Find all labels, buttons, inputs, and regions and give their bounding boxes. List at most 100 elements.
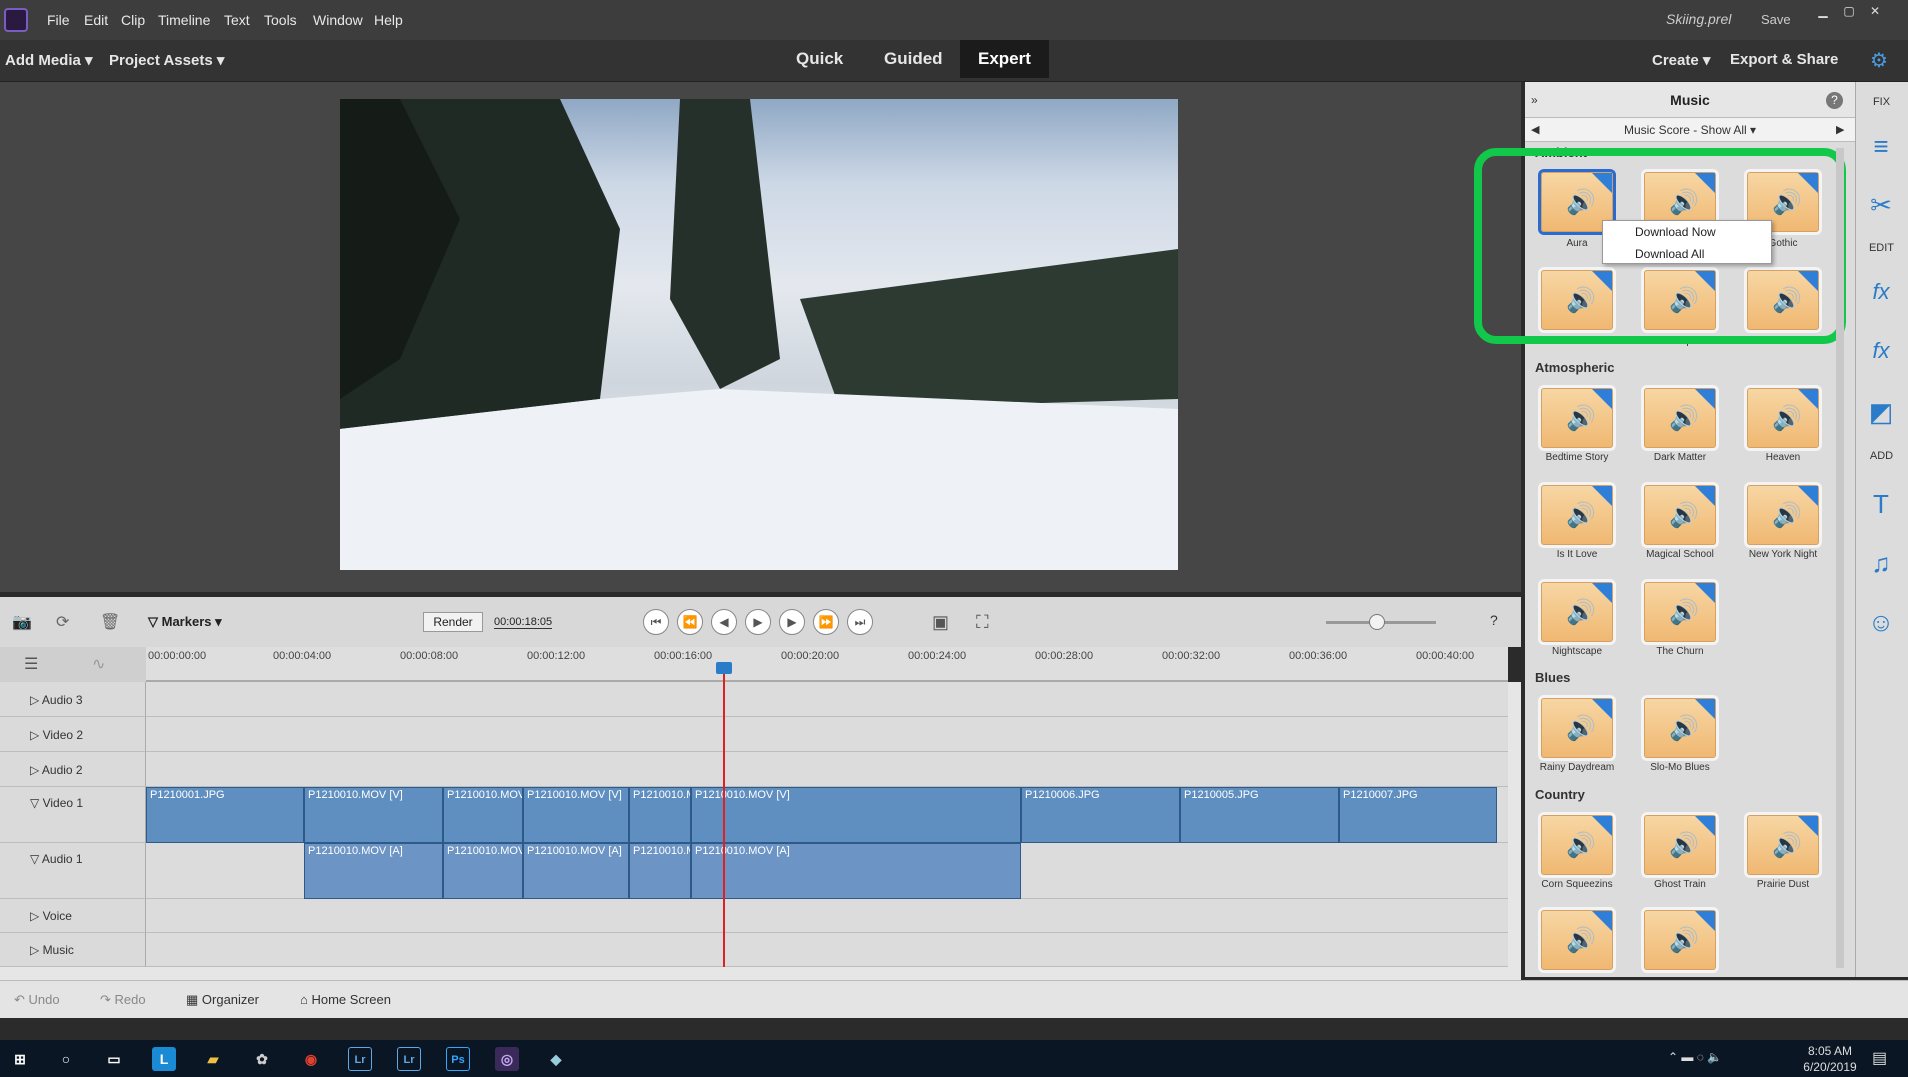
track-lane[interactable]: [146, 717, 1508, 752]
effects-icon[interactable]: fx: [1866, 336, 1896, 366]
prev-category-icon[interactable]: ◀: [1531, 123, 1539, 136]
play-icon[interactable]: ▶: [745, 609, 771, 635]
music-tile[interactable]: 🔊: [1747, 815, 1819, 875]
rotate-icon[interactable]: ⟳: [56, 612, 69, 632]
music-tile[interactable]: 🔊: [1541, 698, 1613, 758]
app-icon[interactable]: [4, 8, 28, 32]
app-icon[interactable]: ✿: [250, 1047, 274, 1071]
music-tile[interactable]: 🔊: [1644, 698, 1716, 758]
create-button[interactable]: Create ▾: [1652, 51, 1710, 69]
music-icon[interactable]: ♫: [1866, 548, 1896, 578]
menu-clip[interactable]: Clip: [121, 12, 145, 28]
track-settings-icon[interactable]: ☰: [24, 654, 38, 674]
menu-help[interactable]: Help: [374, 12, 403, 28]
music-tile[interactable]: 🔊: [1541, 910, 1613, 970]
music-tile[interactable]: 🔊: [1644, 485, 1716, 545]
video-clip[interactable]: P1210010.M: [629, 787, 691, 843]
playhead-handle[interactable]: [716, 662, 732, 674]
app-icon[interactable]: ◆: [544, 1047, 568, 1071]
render-button[interactable]: Render: [423, 612, 483, 632]
music-tile[interactable]: 🔊: [1747, 485, 1819, 545]
music-tile[interactable]: 🔊: [1644, 815, 1716, 875]
minimize-icon[interactable]: ▁: [1812, 4, 1834, 18]
tab-quick[interactable]: Quick: [778, 40, 861, 78]
fast-forward-icon[interactable]: ⏩: [813, 609, 839, 635]
organizer-button[interactable]: ▦ Organizer: [186, 992, 259, 1008]
audio-clip[interactable]: P1210010.MOV: [443, 843, 523, 899]
audio-clip[interactable]: P1210010.MOV [A]: [523, 843, 629, 899]
tray-icons[interactable]: ⌃ ▬ ◌ 🔈: [1668, 1050, 1722, 1064]
windows-start-icon[interactable]: ⊞: [8, 1047, 32, 1071]
panel-scrollbar[interactable]: [1836, 148, 1844, 968]
graphics-icon[interactable]: ☺: [1866, 607, 1896, 637]
menu-window[interactable]: Window: [313, 12, 363, 28]
redo-button[interactable]: ↷ Redo: [100, 992, 146, 1008]
notifications-icon[interactable]: ▤: [1872, 1048, 1887, 1068]
search-icon[interactable]: ○: [54, 1047, 78, 1071]
applied-effects-icon[interactable]: fx: [1866, 277, 1896, 307]
app-l-icon[interactable]: L: [152, 1047, 176, 1071]
menu-edit[interactable]: Edit: [84, 12, 108, 28]
step-forward-icon[interactable]: ▶: [779, 609, 805, 635]
track-lane[interactable]: [146, 752, 1508, 787]
go-to-end-icon[interactable]: ⏭: [847, 609, 873, 635]
rewind-icon[interactable]: ⏪: [677, 609, 703, 635]
chrome-icon[interactable]: ◉: [299, 1047, 323, 1071]
video-clip[interactable]: P1210010.MOV [V]: [691, 787, 1021, 843]
settings-gear-icon[interactable]: ⚙: [1870, 48, 1888, 73]
music-tile[interactable]: 🔊: [1747, 388, 1819, 448]
taskbar-clock[interactable]: 8:05 AM 6/20/2019: [1800, 1043, 1860, 1075]
adjust-sliders-icon[interactable]: ≡: [1866, 131, 1896, 161]
music-tile[interactable]: 🔊: [1541, 582, 1613, 642]
video-clip[interactable]: P1210010.MOV [V]: [523, 787, 629, 843]
fullscreen-icon[interactable]: ⛶: [976, 612, 989, 633]
transitions-icon[interactable]: ◩: [1866, 397, 1896, 427]
help-icon[interactable]: ?: [1826, 92, 1843, 109]
video-clip[interactable]: P1210010.MOV [V]: [304, 787, 443, 843]
step-back-icon[interactable]: ◀: [711, 609, 737, 635]
audio-clip[interactable]: P1210010.MOV [A]: [304, 843, 443, 899]
safe-margins-icon[interactable]: ▣: [932, 612, 949, 633]
next-category-icon[interactable]: ▶: [1836, 123, 1844, 136]
music-tile[interactable]: 🔊: [1644, 582, 1716, 642]
zoom-slider-handle[interactable]: [1369, 614, 1385, 630]
tools-icon[interactable]: ✂: [1866, 190, 1896, 220]
camera-icon[interactable]: 📷: [12, 612, 32, 632]
timeline-vscrollbar[interactable]: [1508, 682, 1521, 967]
music-category-dropdown[interactable]: Music Score - Show All ▾: [1550, 118, 1830, 142]
titles-icon[interactable]: T: [1866, 489, 1896, 519]
music-tile[interactable]: 🔊: [1541, 815, 1613, 875]
video-clip[interactable]: P1210005.JPG: [1180, 787, 1339, 843]
music-tile[interactable]: 🔊: [1541, 485, 1613, 545]
track-lane[interactable]: [146, 933, 1508, 967]
video-clip[interactable]: P1210007.JPG: [1339, 787, 1497, 843]
menu-file[interactable]: File: [47, 12, 70, 28]
add-media-button[interactable]: Add Media ▾: [5, 51, 93, 69]
audio-waveform-icon[interactable]: ∿: [92, 654, 105, 674]
close-icon[interactable]: ✕: [1864, 4, 1886, 18]
track-lane[interactable]: [146, 682, 1508, 717]
file-explorer-icon[interactable]: ▰: [201, 1047, 225, 1071]
music-tile[interactable]: 🔊: [1541, 388, 1613, 448]
video-clip[interactable]: P1210006.JPG: [1021, 787, 1180, 843]
save-button[interactable]: Save: [1761, 12, 1791, 27]
music-tile[interactable]: 🔊: [1644, 910, 1716, 970]
video-clip[interactable]: P1210001.JPG: [146, 787, 304, 843]
menu-tools[interactable]: Tools: [264, 12, 297, 28]
track-lane[interactable]: [146, 899, 1508, 933]
tab-expert[interactable]: Expert: [960, 40, 1049, 78]
lightroom-classic-icon[interactable]: Lr: [397, 1047, 421, 1071]
timecode-display[interactable]: 00:00:18:05: [494, 616, 553, 629]
go-to-start-icon[interactable]: ⏮: [643, 609, 669, 635]
home-screen-button[interactable]: ⌂ Home Screen: [300, 992, 391, 1007]
help-icon[interactable]: ?: [1490, 612, 1498, 628]
markers-dropdown[interactable]: ▽ Markers ▾: [148, 614, 222, 630]
audio-clip[interactable]: P1210010.MOV [A]: [691, 843, 1021, 899]
menu-text[interactable]: Text: [224, 12, 250, 28]
premiere-elements-icon[interactable]: ◎: [495, 1047, 519, 1071]
project-assets-button[interactable]: Project Assets ▾: [109, 51, 224, 69]
task-view-icon[interactable]: ▭: [102, 1047, 126, 1071]
photoshop-icon[interactable]: Ps: [446, 1047, 470, 1071]
trash-icon[interactable]: 🗑: [100, 612, 120, 632]
export-share-button[interactable]: Export & Share: [1730, 51, 1838, 68]
